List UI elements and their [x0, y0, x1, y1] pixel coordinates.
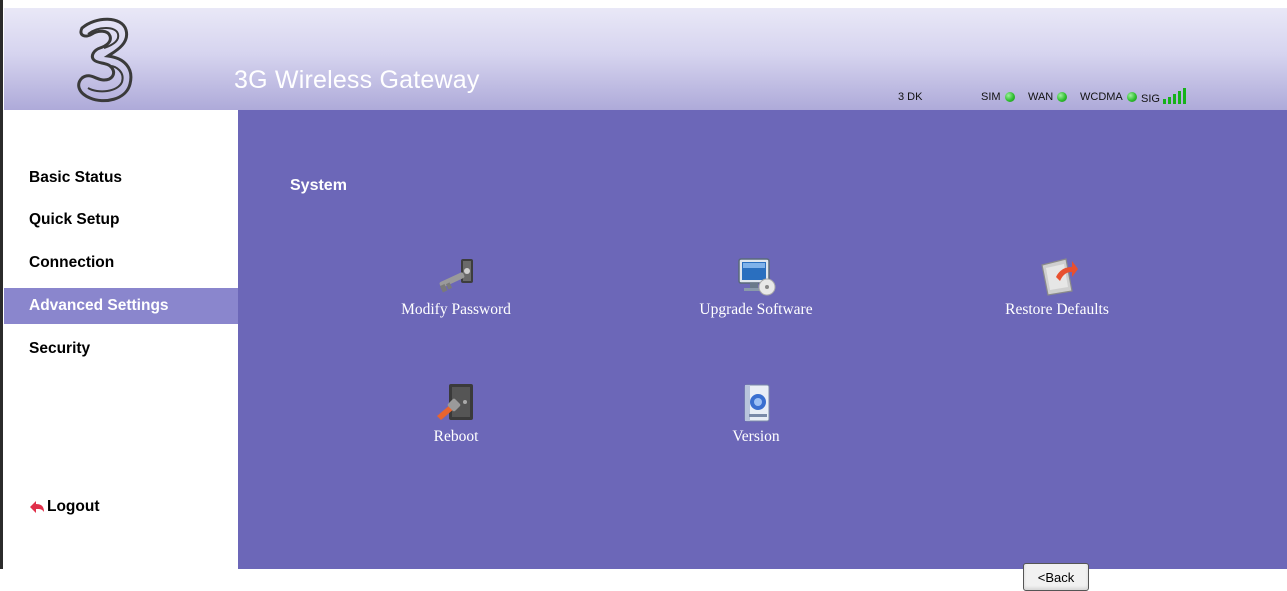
wcdma-indicator: WCDMA [1080, 91, 1137, 103]
signal-bar [1177, 91, 1181, 104]
modify-password-label: Modify Password [401, 301, 511, 318]
signal-bar [1162, 99, 1166, 104]
window-border [0, 0, 3, 569]
wan-status-led-icon [1057, 92, 1068, 102]
header-banner: 3G Wireless Gateway 3 DK SIM WAN WCDMA S… [4, 8, 1287, 110]
version-book-icon [744, 384, 770, 422]
logout-arrow-icon [30, 501, 44, 513]
signal-indicator: SIG [1141, 86, 1188, 107]
wan-label: WAN [1028, 91, 1054, 103]
sidebar-item-basic-status[interactable]: Basic Status [4, 160, 238, 196]
sidebar-item-connection[interactable]: Connection [4, 245, 238, 281]
signal-label: SIG [1141, 93, 1160, 105]
version-button[interactable]: Version [681, 382, 831, 446]
wcdma-status-led-icon [1126, 92, 1137, 102]
reboot-label: Reboot [433, 428, 479, 445]
signal-bar [1172, 94, 1176, 104]
wcdma-label: WCDMA [1080, 91, 1123, 103]
sidebar-nav: Basic Status Quick Setup Connection Adva… [4, 110, 238, 569]
signal-bar [1167, 97, 1171, 104]
restore-defaults-label: Restore Defaults [1005, 301, 1109, 318]
sidebar-item-quick-setup[interactable]: Quick Setup [4, 202, 238, 238]
logout-label: Logout [47, 498, 100, 515]
version-label: Version [732, 428, 780, 445]
computer-cd-icon [738, 258, 776, 296]
upgrade-software-label: Upgrade Software [699, 301, 813, 318]
modify-password-button[interactable]: Modify Password [381, 255, 531, 319]
restore-arrow-icon [1041, 258, 1078, 296]
status-bar: 3 DK SIM WAN WCDMA SIG [4, 88, 1287, 107]
sidebar-item-security[interactable]: Security [4, 331, 238, 367]
upgrade-software-button[interactable]: Upgrade Software [681, 255, 831, 319]
sim-status-led-icon [1004, 92, 1015, 102]
wan-indicator: WAN [1028, 91, 1068, 103]
reboot-door-icon [437, 384, 473, 420]
section-title: System [290, 177, 347, 194]
reboot-button[interactable]: Reboot [381, 382, 531, 446]
restore-defaults-button[interactable]: Restore Defaults [982, 255, 1132, 319]
sidebar-item-advanced-settings[interactable]: Advanced Settings [4, 288, 238, 324]
key-icon [439, 259, 473, 293]
sim-label: SIM [981, 91, 1001, 103]
signal-bars-icon [1162, 88, 1188, 104]
main-panel: System Modify Password Upgrade Software [238, 110, 1287, 591]
signal-bar [1182, 88, 1186, 104]
back-button[interactable]: <Back [1023, 563, 1089, 591]
sim-indicator: SIM [981, 91, 1015, 103]
operator-name: 3 DK [898, 91, 923, 103]
logout-link[interactable]: Logout [29, 498, 100, 516]
